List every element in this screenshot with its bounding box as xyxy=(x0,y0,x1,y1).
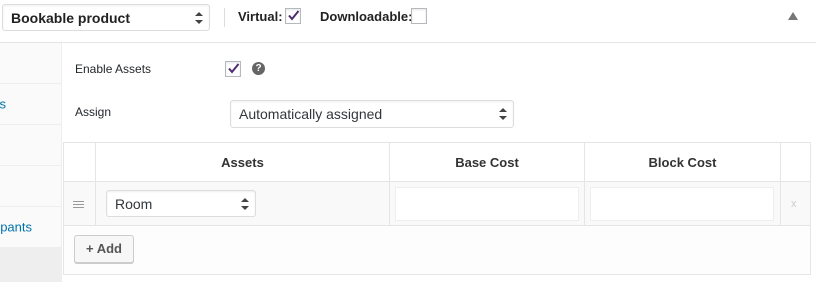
collapse-arrow-icon[interactable] xyxy=(788,12,798,20)
tab-item[interactable] xyxy=(0,125,62,166)
handle-column-header xyxy=(64,143,96,182)
checkmark-icon xyxy=(288,10,300,21)
virtual-label: Virtual: xyxy=(238,9,283,24)
downloadable-label: Downloadable: xyxy=(320,9,413,24)
help-icon[interactable]: ? xyxy=(252,62,265,75)
product-type-value: Bookable product xyxy=(11,9,131,26)
block-cost-cell xyxy=(585,182,781,226)
table-footer: + Add xyxy=(64,226,810,274)
tab-item[interactable] xyxy=(0,166,62,207)
column-header-block-cost: Block Cost xyxy=(585,143,781,182)
assign-value: Automatically assigned xyxy=(239,106,383,122)
tab-item[interactable]: pants xyxy=(0,207,62,248)
product-type-select[interactable]: Bookable product xyxy=(2,4,210,31)
select-arrows-icon xyxy=(499,108,507,120)
drag-handle-icon[interactable] xyxy=(73,201,84,208)
tab-label[interactable]: s xyxy=(0,97,6,112)
assign-select[interactable]: Automatically assigned xyxy=(230,100,514,128)
drag-handle-cell[interactable] xyxy=(64,182,96,226)
divider xyxy=(224,8,225,27)
enable-assets-checkbox[interactable] xyxy=(225,61,241,77)
asset-cell: Room xyxy=(96,182,390,226)
assign-label: Assign xyxy=(75,105,112,119)
base-cost-input[interactable] xyxy=(395,187,579,221)
column-header-base-cost: Base Cost xyxy=(390,143,585,182)
block-cost-input[interactable] xyxy=(590,187,774,221)
enable-assets-label: Enable Assets xyxy=(75,62,152,76)
add-asset-button[interactable]: + Add xyxy=(74,235,134,263)
asset-value: Room xyxy=(115,195,153,212)
downloadable-checkbox[interactable] xyxy=(411,8,427,24)
select-arrows-icon xyxy=(195,11,203,24)
column-header-assets: Assets xyxy=(96,143,390,182)
tab-item[interactable] xyxy=(0,43,62,84)
tab-item-active[interactable] xyxy=(0,248,62,282)
remove-column-header xyxy=(781,143,810,182)
select-arrows-icon xyxy=(241,197,249,210)
product-data-header: Bookable product Virtual: Downloadable: xyxy=(0,0,816,43)
assets-panel: Enable Assets ? Assign Automatically ass… xyxy=(62,43,816,282)
remove-row-icon[interactable]: x xyxy=(791,198,797,210)
tab-label[interactable]: pants xyxy=(0,220,32,235)
asset-select[interactable]: Room xyxy=(106,190,256,217)
assets-table: Assets Base Cost Block Cost Room x + Add xyxy=(63,142,811,275)
base-cost-cell xyxy=(390,182,585,226)
tab-item[interactable]: s xyxy=(0,84,62,125)
product-data-tabs: s pants xyxy=(0,43,62,282)
virtual-checkbox[interactable] xyxy=(285,8,301,24)
checkmark-icon xyxy=(228,63,240,74)
